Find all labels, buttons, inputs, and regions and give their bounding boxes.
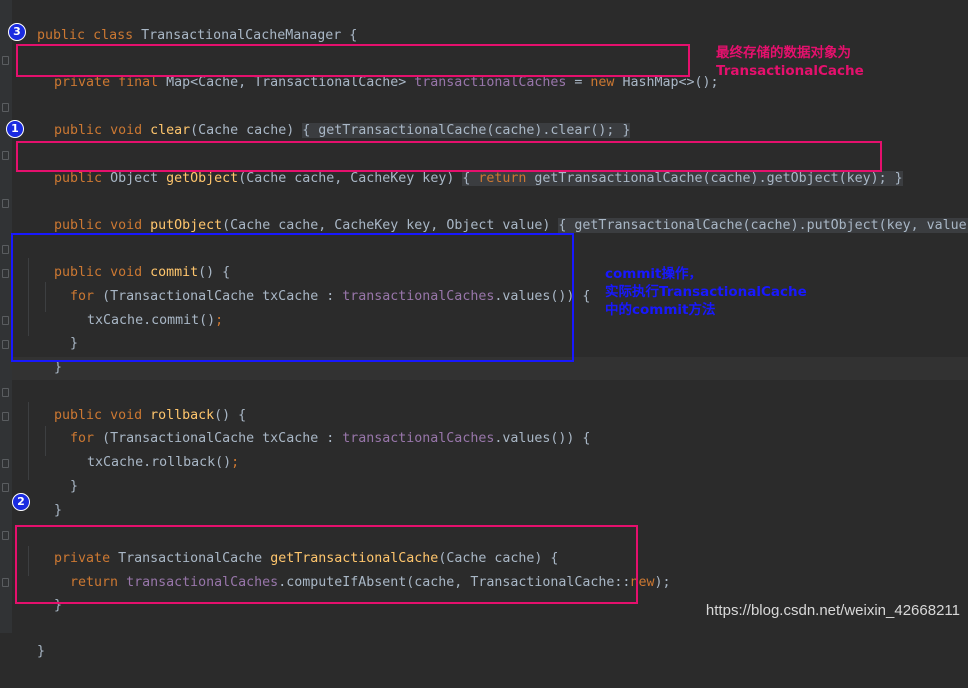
annotation-line: 最终存储的数据对象为 (716, 45, 851, 61)
return-type: Object (110, 171, 167, 186)
highlight-box-get-transactional-cache (15, 525, 638, 604)
body: getTransactionalCache(cache).getObject(k… (526, 171, 903, 186)
statement: txCache.rollback() (87, 455, 232, 470)
brace: { (462, 171, 479, 186)
fold-marker-icon[interactable] (2, 316, 9, 325)
keyword: private final (54, 75, 167, 90)
keyword: public (54, 171, 111, 186)
annotation-line: TransactionalCache (716, 63, 864, 79)
annotation-storage-note: 最终存储的数据对象为 TransactionalCache (716, 44, 864, 80)
params: (Cache cache, CacheKey key, Object value… (222, 218, 559, 233)
keyword: new (590, 75, 615, 90)
field-name: transactionalCaches (414, 75, 567, 90)
code-line-put-object-method[interactable]: public void putObject(Cache cache, Cache… (22, 190, 968, 233)
fold-marker-icon[interactable] (2, 483, 9, 492)
keyword: public void (54, 123, 151, 138)
annotation-line: 实际执行TransactionalCache (605, 284, 807, 300)
call-end: ); (654, 575, 671, 590)
annotation-line: commit操作， (605, 266, 702, 282)
highlight-box-commit (11, 233, 574, 362)
fold-marker-icon[interactable] (2, 388, 9, 397)
brace: } (70, 479, 79, 494)
field-name: transactionalCaches (342, 431, 495, 446)
code-line-rollback-for[interactable]: for (TransactionalCache txCache : transa… (38, 403, 590, 446)
semicolon: ; (231, 455, 240, 470)
watermark: https://blog.csdn.net/weixin_42668211 (705, 602, 960, 619)
highlight-box-get-object (16, 141, 882, 172)
code-line-close-brace[interactable]: } (38, 451, 78, 494)
initializer: HashMap<>(); (614, 75, 719, 90)
fold-marker-icon[interactable] (2, 340, 9, 349)
brace: { (341, 28, 358, 43)
fold-marker-icon[interactable] (2, 459, 9, 468)
method-name: getObject (166, 171, 239, 186)
highlight-box-field (16, 44, 690, 77)
method-name: putObject (150, 218, 223, 233)
annotation-commit-note: commit操作， 实际执行TransactionalCache 中的commi… (605, 265, 807, 319)
fold-marker-icon[interactable] (2, 269, 9, 278)
code-line-rollback-signature[interactable]: public void rollback() { (22, 380, 246, 423)
fold-marker-icon[interactable] (2, 103, 9, 112)
brace: } (54, 360, 63, 375)
type: Map<Cache, TransactionalCache> (166, 75, 415, 90)
annotation-line: 中的commit方法 (605, 302, 716, 318)
brace: } (54, 503, 63, 518)
fold-marker-icon[interactable] (2, 412, 9, 421)
code-line-rollback-call[interactable]: txCache.rollback(); (55, 427, 239, 470)
collapsed-body[interactable]: { getTransactionalCache(cache).putObject… (558, 218, 968, 233)
fold-marker-icon[interactable] (2, 578, 9, 587)
operator: = (566, 75, 591, 90)
method-name: clear (150, 123, 191, 138)
collapsed-body[interactable]: { getTransactionalCache(cache).clear(); … (302, 123, 631, 138)
code-line-clear-method[interactable]: public void clear(Cache cache) { getTran… (22, 95, 631, 138)
fold-marker-icon[interactable] (2, 531, 9, 540)
keyword: return (478, 171, 527, 186)
brace: } (37, 644, 46, 659)
step-badge-1: 1 (6, 120, 24, 138)
step-badge-2: 2 (12, 493, 30, 511)
step-badge-3: 3 (8, 23, 26, 41)
class-name: TransactionalCacheManager (141, 28, 342, 43)
code-line-close-class[interactable]: } (5, 616, 45, 659)
fold-marker-icon[interactable] (2, 245, 9, 254)
keyword: public class (37, 28, 142, 43)
params: (Cache cache) (190, 123, 303, 138)
params: (Cache cache, CacheKey key) (238, 171, 463, 186)
fold-marker-icon[interactable] (2, 151, 9, 160)
code-line-class-declaration[interactable]: public class TransactionalCacheManager { (5, 0, 357, 43)
keyword: public void (54, 218, 151, 233)
collapsed-body[interactable]: { return getTransactionalCache(cache).ge… (462, 171, 903, 186)
loop-tail: .values()) { (494, 431, 591, 446)
fold-marker-icon[interactable] (2, 199, 9, 208)
